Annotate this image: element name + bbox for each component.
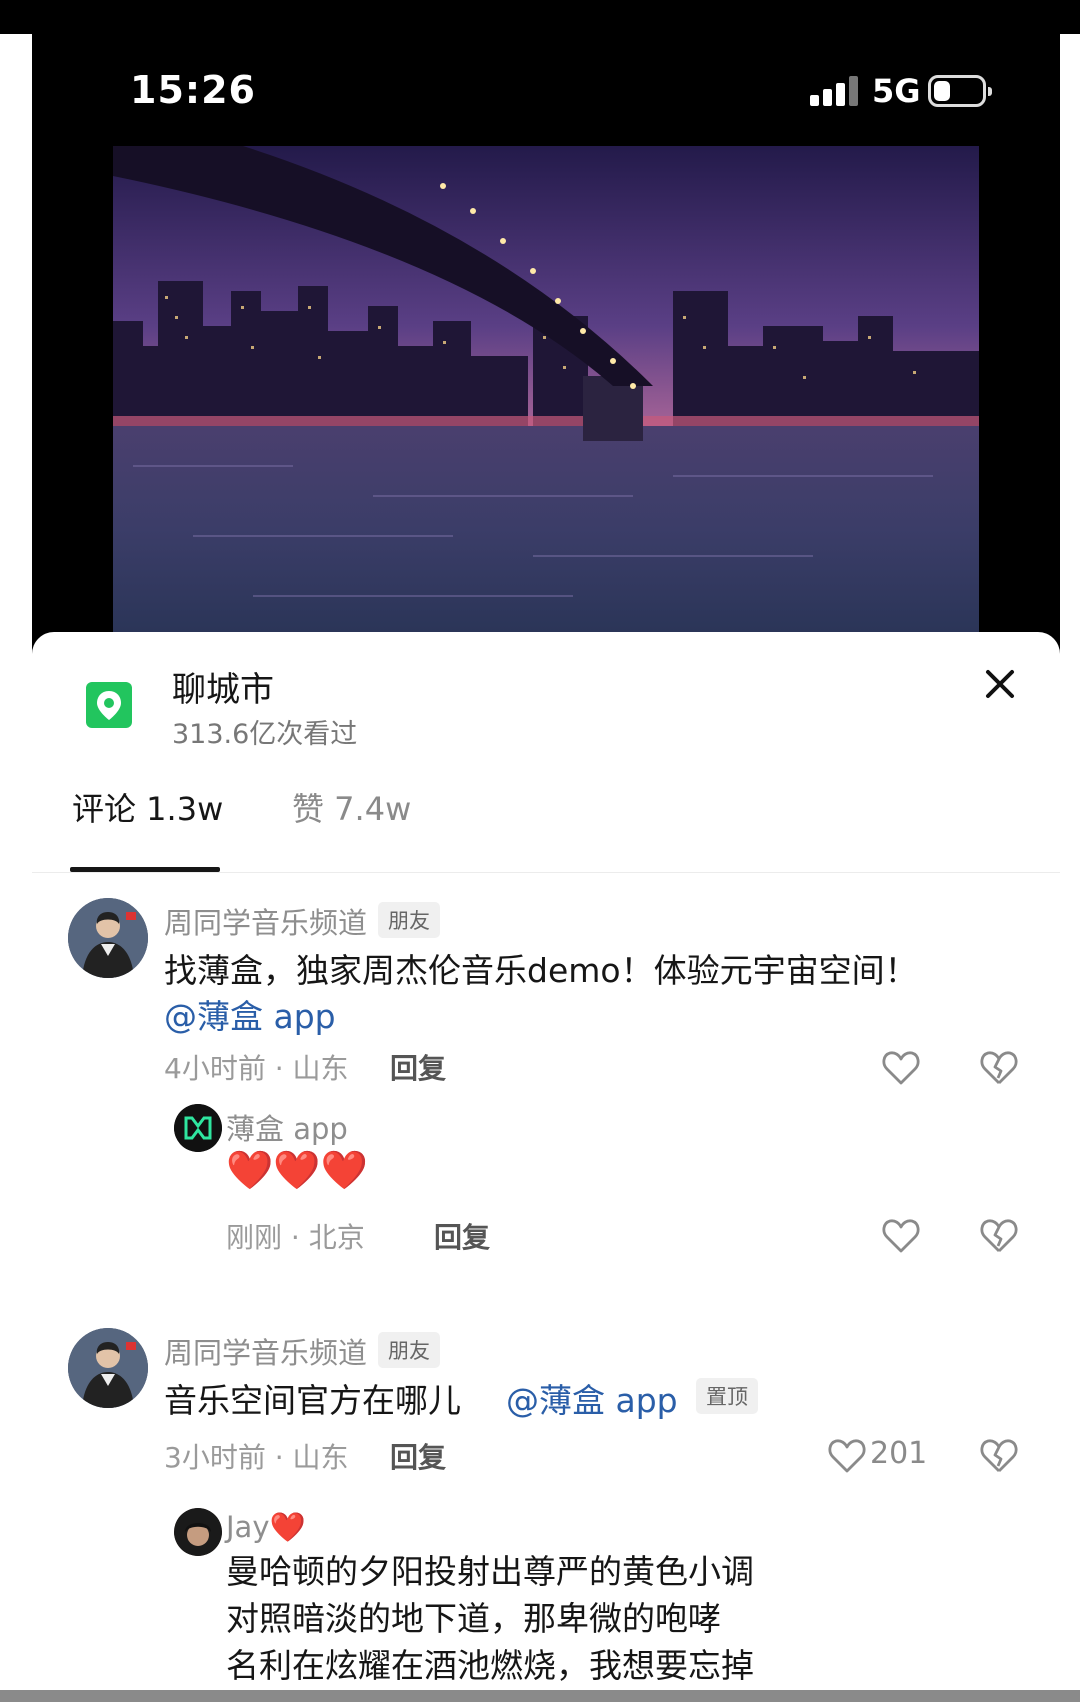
heart-icon[interactable] [882,1218,920,1254]
reply-button[interactable]: 回复 [434,1216,490,1256]
avatar[interactable] [68,1328,148,1408]
like-count: 201 [870,1436,928,1471]
comment-meta: 3小时前 · 山东 [164,1441,349,1474]
tab-comments[interactable]: 评论 1.3w [72,784,223,830]
status-time: 15:26 [130,68,256,112]
comment-text: 找薄盒，独家周杰伦音乐demo！体验元宇宙空间！ [164,951,918,990]
lyric-line: 名利在炫耀在酒池燃烧，我想要忘掉 [226,1646,754,1685]
avatar[interactable] [174,1508,222,1556]
battery-icon [928,75,992,107]
friend-badge: 朋友 [378,902,440,938]
reply-button[interactable]: 回复 [390,1436,446,1476]
mention-link[interactable]: @薄盒 app [164,990,336,1038]
lyric-line: 对照暗淡的地下道，那卑微的咆哮 [226,1599,721,1638]
heart-icon[interactable] [882,1050,920,1086]
mention-link[interactable]: @薄盒 app [506,1374,678,1422]
pinned-badge: 置顶 [696,1378,758,1414]
broken-heart-icon[interactable] [980,1438,1018,1474]
reply-text: 曼哈顿的夕阳投射出尊严的黄色小调 对照暗淡的地下道，那卑微的咆哮 名利在炫耀在酒… [226,1548,754,1689]
lyric-line: 曼哈顿的夕阳投射出尊严的黄色小调 [226,1552,754,1591]
reply-author[interactable]: 薄盒 app [226,1106,348,1148]
location-title[interactable]: 聊城市 [172,662,274,711]
comment-text: 音乐空间官方在哪儿 [164,1381,461,1420]
location-pin-icon [84,680,134,730]
comment-author[interactable]: 周同学音乐频道 [164,1330,367,1372]
avatar[interactable] [174,1104,222,1152]
tab-likes[interactable]: 赞 7.4w [292,784,411,830]
heart-icon[interactable] [828,1438,866,1474]
video-player[interactable] [113,146,979,632]
broken-heart-icon[interactable] [980,1050,1018,1086]
tab-divider [32,872,1060,873]
night-bridge-scene [113,146,979,632]
avatar[interactable] [68,898,148,978]
top-black-bar [0,0,1080,34]
comment-meta: 4小时前 · 山东 [164,1052,349,1085]
comment-sheet: 聊城市 313.6亿次看过 评论 1.3w 赞 7.4w 周同学音乐频道 朋友 … [32,632,1060,1702]
signal-icon [810,76,860,106]
comment-author[interactable]: 周同学音乐频道 [164,900,367,942]
broken-heart-icon[interactable] [980,1218,1018,1254]
reply-meta: 刚刚 · 北京 [226,1221,365,1254]
location-view-count: 313.6亿次看过 [172,719,358,750]
reply-button[interactable]: 回复 [390,1047,446,1087]
close-icon[interactable] [980,664,1020,704]
friend-badge: 朋友 [378,1332,440,1368]
reply-text: ❤️❤️❤️ [226,1148,368,1192]
reply-author[interactable]: Jay❤️ [226,1510,306,1545]
network-type: 5G [872,72,921,110]
bottom-edge-bar [0,1690,1080,1702]
